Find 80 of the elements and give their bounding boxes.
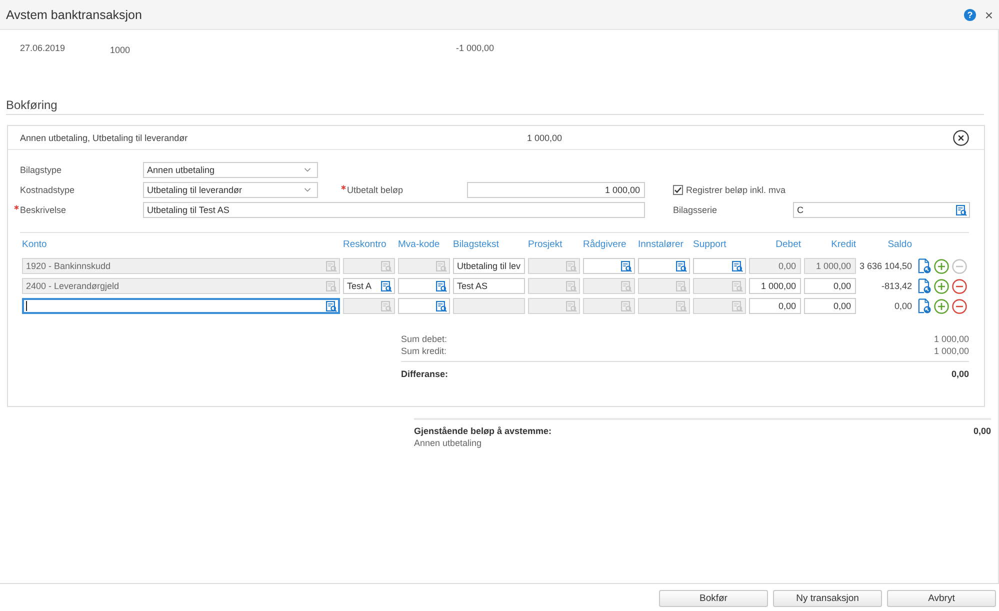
column-header: Rådgivere: [583, 239, 628, 251]
lookup-field[interactable]: [693, 258, 746, 274]
column-header: Debet: [774, 239, 801, 251]
column-header: Konto: [22, 239, 48, 251]
transaction-account: 1000: [110, 45, 132, 56]
amount-field[interactable]: 0,00: [804, 298, 856, 314]
lookup-icon[interactable]: [436, 280, 447, 292]
remaining-label: Gjenstående beløp å avstemme:: [414, 425, 552, 437]
close-icon[interactable]: [953, 130, 969, 146]
transaction-amount: -1 000,00: [456, 43, 494, 54]
lookup-field[interactable]: [22, 298, 340, 314]
document-icon[interactable]: [918, 298, 931, 314]
entry-amount: 1 000,00: [527, 132, 562, 144]
entry-title: Annen utbetaling, Utbetaling til leverandør: [20, 132, 189, 144]
field-label: Bilagstype: [20, 164, 62, 176]
balance-amount: -813,42: [880, 280, 913, 292]
sum-label: Sum kredit:: [401, 345, 447, 357]
column-header: Prosjekt: [528, 239, 564, 251]
sum-value: 1 000,00: [934, 345, 969, 357]
column-header: Reskontro: [343, 239, 388, 251]
dropdown-field[interactable]: Utbetaling til leverandør: [143, 182, 318, 198]
field-label: Beskrivelse: [20, 204, 66, 216]
difference-value: 0,00: [951, 368, 969, 380]
help-button[interactable]: ?: [964, 8, 976, 20]
lookup-icon[interactable]: [326, 300, 337, 312]
lookup-field[interactable]: [398, 298, 450, 314]
cancel-button[interactable]: Avbryt: [887, 590, 996, 607]
lookup-field[interactable]: C: [793, 202, 970, 218]
lookup-icon[interactable]: [956, 204, 967, 216]
lookup-icon[interactable]: [621, 260, 632, 272]
new-transaction-button[interactable]: Ny transaksjon: [773, 590, 882, 607]
remaining-value: 0,00: [973, 425, 991, 437]
lookup-field[interactable]: [583, 258, 635, 274]
lookup-field[interactable]: [638, 258, 690, 274]
remaining-note: Annen utbetaling: [414, 437, 483, 450]
minus-icon[interactable]: [952, 298, 967, 314]
text-field[interactable]: Utbetaling til lev: [453, 258, 525, 274]
text-cursor-icon: [26, 301, 27, 311]
document-icon[interactable]: [918, 258, 931, 274]
text-field[interactable]: Utbetaling til Test AS: [143, 202, 645, 218]
minus-icon[interactable]: [952, 278, 967, 294]
column-header: Kredit: [830, 239, 856, 251]
plus-icon[interactable]: [934, 258, 949, 274]
lookup-icon[interactable]: [381, 280, 392, 292]
column-header: Saldo: [886, 239, 913, 251]
checkbox-label: Registrer beløp inkl. mva: [686, 184, 786, 196]
amount-field[interactable]: 1 000,00: [467, 182, 645, 198]
document-icon[interactable]: [918, 278, 931, 294]
field-label: Kostnadstype: [20, 184, 75, 196]
checkbox[interactable]: [673, 185, 683, 195]
close-button[interactable]: ×: [984, 8, 994, 20]
column-header: Support: [693, 239, 728, 251]
sum-label: Sum debet:: [401, 333, 448, 345]
lookup-icon[interactable]: [676, 260, 687, 272]
lookup-icon[interactable]: [732, 260, 743, 272]
sum-value: 1 000,00: [934, 333, 969, 345]
transaction-date: 27.06.2019: [20, 43, 66, 54]
window-title: Avstem banktransaksjon: [6, 6, 142, 22]
text-field[interactable]: Test AS: [453, 278, 525, 294]
amount-field[interactable]: 0,00: [804, 278, 856, 294]
difference-label: Differanse:: [401, 368, 448, 380]
dropdown-field[interactable]: Annen utbetaling: [143, 162, 318, 178]
chevron-down-icon: [304, 188, 311, 192]
column-header: Bilagstekst: [453, 239, 500, 251]
lookup-field[interactable]: Test A: [343, 278, 395, 294]
balance-amount: 0,00: [893, 300, 913, 312]
lookup-icon[interactable]: [436, 300, 447, 312]
column-header: Innstalører: [638, 239, 684, 251]
amount-field[interactable]: 1 000,00: [749, 278, 801, 294]
plus-icon[interactable]: [934, 298, 949, 314]
amount-field[interactable]: 0,00: [749, 298, 801, 314]
field-label: Utbetalt beløp: [347, 184, 404, 196]
balance-amount: 3 636 104,50: [859, 260, 913, 272]
column-header: Mva-kode: [398, 239, 441, 251]
lookup-field[interactable]: [398, 278, 450, 294]
section-title: Bokføring: [6, 98, 984, 115]
field-label: Bilagsserie: [673, 204, 718, 216]
chevron-down-icon: [304, 168, 311, 172]
plus-icon[interactable]: [934, 278, 949, 294]
post-button[interactable]: Bokfør: [659, 590, 768, 607]
